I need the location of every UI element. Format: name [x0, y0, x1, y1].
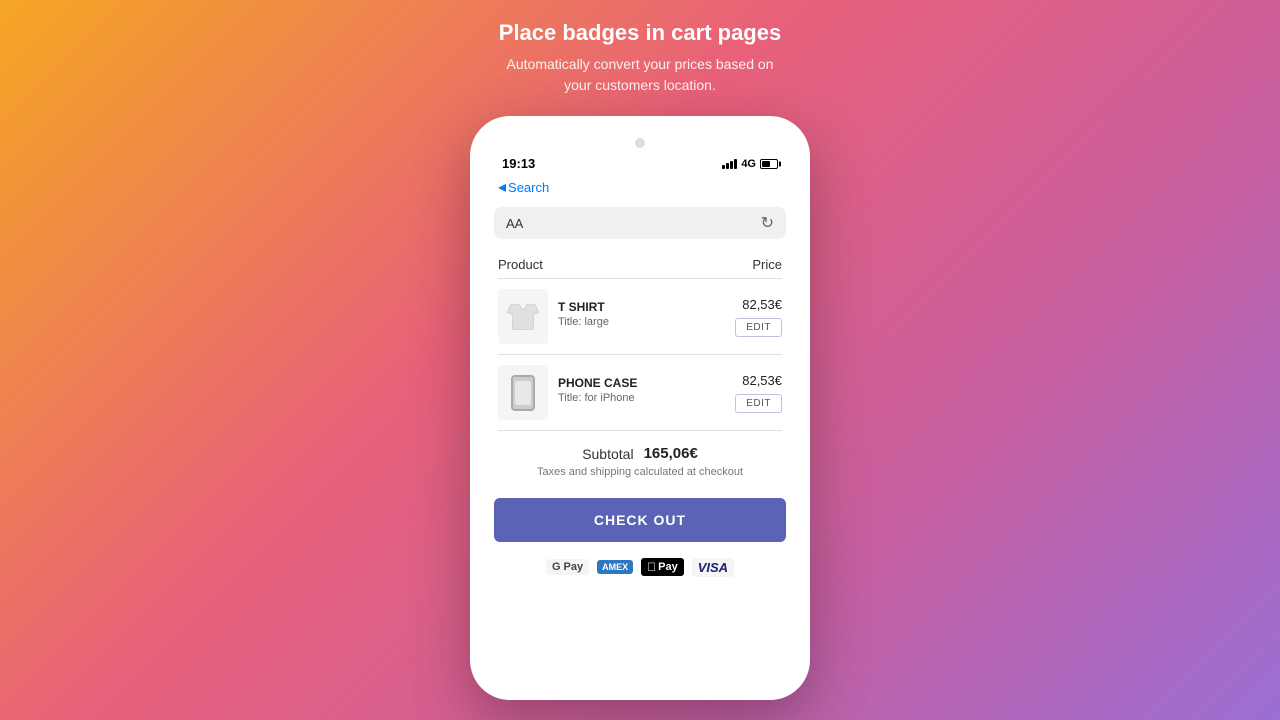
back-button[interactable]: ◂ Search — [498, 177, 549, 197]
header-subtitle: Automatically convert your prices based … — [499, 54, 781, 96]
cart-item-phonecase: PHONE CASE Title: for iPhone 82,53€ EDIT — [494, 355, 786, 430]
phonecase-svg-icon — [511, 375, 535, 411]
gpay-badge: G Pay — [546, 559, 589, 575]
header-section: Place badges in cart pages Automatically… — [479, 20, 801, 96]
checkout-button[interactable]: CHECK OUT — [494, 498, 786, 542]
payment-icons: G Pay AMEX  Pay VISA — [482, 552, 798, 590]
status-time: 19:13 — [502, 156, 535, 171]
phone-mockup: 19:13 4G ◂ S — [470, 116, 810, 700]
amex-badge: AMEX — [597, 560, 633, 574]
phonecase-image — [498, 365, 548, 420]
tshirt-image — [498, 289, 548, 344]
subtotal-value: 165,06€ — [644, 445, 698, 462]
tshirt-price-col: 82,53€ EDIT — [712, 297, 782, 337]
tshirt-edit-button[interactable]: EDIT — [735, 318, 782, 337]
page-wrapper: Place badges in cart pages Automatically… — [0, 0, 1280, 720]
tshirt-variant: Title: large — [558, 316, 702, 328]
phone-camera — [635, 138, 645, 148]
applepay-badge:  Pay — [641, 558, 684, 576]
phonecase-name: PHONE CASE — [558, 376, 702, 390]
phonecase-price-col: 82,53€ EDIT — [712, 373, 782, 413]
phonecase-price: 82,53€ — [742, 373, 782, 388]
cart-content: Product Price T SHIRT Title: large — [482, 247, 798, 431]
browser-bar[interactable]: AA ↻ — [494, 207, 786, 239]
tshirt-price: 82,53€ — [742, 297, 782, 312]
nav-bar: ◂ Search — [482, 175, 798, 203]
applepay-icon:  Pay — [641, 556, 684, 578]
column-price-label: Price — [752, 257, 782, 272]
phonecase-variant: Title: for iPhone — [558, 392, 702, 404]
tshirt-info: T SHIRT Title: large — [558, 300, 702, 334]
status-bar: 19:13 4G — [482, 148, 798, 175]
phonecase-edit-button[interactable]: EDIT — [735, 394, 782, 413]
cart-item-tshirt: T SHIRT Title: large 82,53€ EDIT — [494, 279, 786, 354]
amex-icon: AMEX — [597, 556, 633, 578]
browser-aa-label[interactable]: AA — [506, 216, 523, 231]
phonecase-info: PHONE CASE Title: for iPhone — [558, 376, 702, 410]
back-label: Search — [508, 180, 549, 195]
phone-top-area — [482, 128, 798, 148]
subtotal-section: Subtotal 165,06€ Taxes and shipping calc… — [482, 431, 798, 498]
phone-screen: 19:13 4G ◂ S — [482, 148, 798, 688]
visa-badge: VISA — [692, 558, 734, 577]
cart-header: Product Price — [494, 247, 786, 278]
tax-note: Taxes and shipping calculated at checkou… — [498, 466, 782, 478]
browser-refresh-icon[interactable]: ↻ — [761, 213, 774, 233]
battery-icon — [760, 159, 778, 169]
visa-icon: VISA — [692, 556, 734, 578]
subtotal-label: Subtotal — [582, 446, 633, 462]
status-icons: 4G — [722, 158, 778, 170]
battery-fill — [762, 161, 770, 167]
back-chevron-icon: ◂ — [498, 177, 506, 197]
subtotal-row: Subtotal 165,06€ — [498, 445, 782, 462]
column-product-label: Product — [498, 257, 543, 272]
network-label: 4G — [741, 158, 756, 170]
header-title: Place badges in cart pages — [499, 20, 781, 46]
tshirt-name: T SHIRT — [558, 300, 702, 314]
gpay-icon: G Pay — [546, 556, 589, 578]
tshirt-svg-icon — [507, 301, 539, 333]
apple-logo-icon:  — [647, 560, 656, 574]
signal-bars-icon — [722, 159, 737, 169]
